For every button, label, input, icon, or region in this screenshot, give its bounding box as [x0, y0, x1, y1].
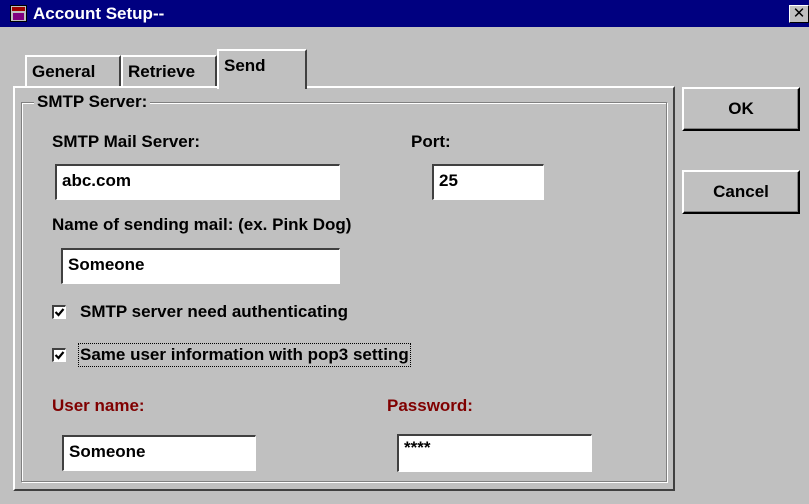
- cancel-button[interactable]: Cancel: [682, 170, 800, 214]
- password-label: Password:: [387, 396, 473, 415]
- smtp-auth-checkbox[interactable]: [52, 305, 66, 319]
- check-icon: [54, 351, 65, 360]
- smtp-mail-server-label: SMTP Mail Server:: [52, 132, 201, 151]
- tab-general-label: General: [32, 62, 96, 81]
- smtp-server-group: [21, 102, 667, 482]
- close-button[interactable]: ✕: [789, 5, 809, 23]
- sender-name-input[interactable]: Someone: [61, 248, 340, 284]
- title-bar: Account Setup--: [0, 0, 809, 27]
- port-input[interactable]: 25: [432, 164, 544, 200]
- tab-send[interactable]: Send: [217, 49, 307, 89]
- password-input[interactable]: ****: [397, 434, 592, 472]
- tab-retrieve-label: Retrieve: [128, 62, 196, 81]
- window-title: Account Setup--: [33, 4, 165, 23]
- check-icon: [54, 308, 65, 317]
- port-label: Port:: [411, 132, 451, 151]
- same-user-info-checkbox[interactable]: [52, 348, 66, 362]
- tab-general[interactable]: General: [25, 55, 121, 87]
- username-label: User name:: [52, 396, 145, 415]
- ok-button[interactable]: OK: [682, 87, 800, 131]
- tab-retrieve[interactable]: Retrieve: [121, 55, 217, 87]
- smtp-auth-label[interactable]: SMTP server need authenticating: [80, 302, 348, 322]
- close-icon: ✕: [792, 4, 806, 22]
- app-icon[interactable]: [10, 5, 27, 22]
- sender-name-label: Name of sending mail: (ex. Pink Dog): [52, 215, 352, 234]
- tab-send-label: Send: [224, 56, 266, 75]
- smtp-mail-server-input[interactable]: abc.com: [55, 164, 340, 200]
- username-input[interactable]: Someone: [62, 435, 256, 471]
- same-user-info-label[interactable]: Same user information with pop3 setting: [78, 343, 411, 367]
- smtp-server-group-label: SMTP Server:: [34, 92, 151, 112]
